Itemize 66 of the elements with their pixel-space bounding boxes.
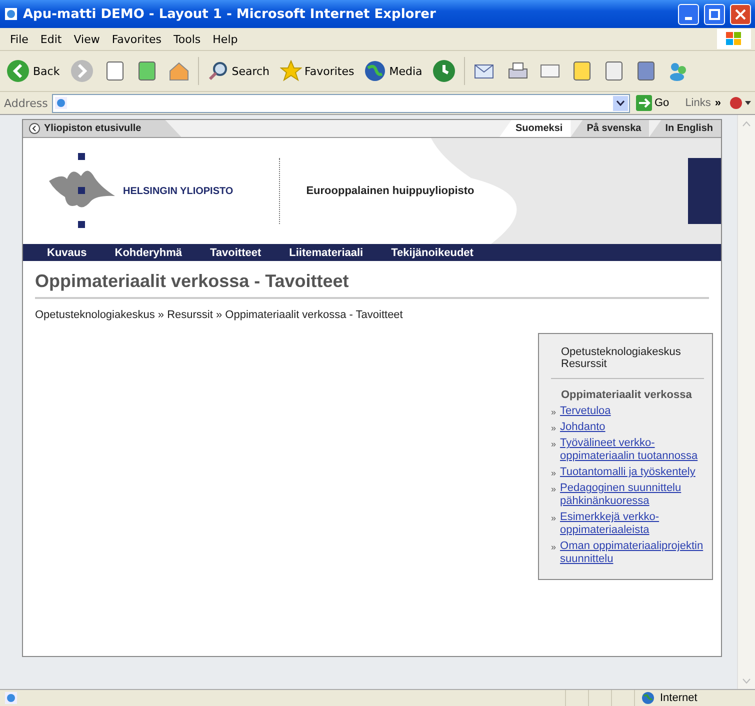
bullet-marker: » [551, 438, 556, 451]
arrow-icon [636, 95, 652, 111]
nav-link[interactable]: Tekijänoikeudet [391, 246, 474, 258]
menu-item[interactable]: Tools [168, 32, 207, 46]
menu-item[interactable]: Favorites [106, 32, 168, 46]
nav-link[interactable]: Kohderyhmä [114, 246, 182, 258]
bullet-marker: » [551, 512, 556, 525]
sidebar-top-link[interactable]: Opetusteknologiakeskus [561, 346, 704, 358]
breadcrumb: Opetusteknologiakeskus » Resurssit » Oppimateriaalit verkossa - Tavoitteet [35, 309, 404, 321]
nav-link[interactable]: Liitemateriaali [289, 246, 364, 258]
menu-item[interactable]: View [68, 32, 106, 46]
sidebar-link[interactable]: Esimerkkejä verkko-oppimateriaaleista [560, 511, 704, 537]
clock-icon [432, 59, 456, 83]
back-button[interactable]: Back [4, 59, 62, 83]
bullet-marker: » [551, 406, 556, 418]
page-icon [4, 7, 18, 21]
close-button[interactable] [730, 4, 751, 24]
bullet-marker: » [551, 541, 556, 554]
page-icon [4, 691, 18, 705]
maximize-icon [709, 8, 720, 20]
sidebar-link[interactable]: Tervetuloa [560, 405, 611, 418]
sidebar-link[interactable]: Työvälineet verkko-oppimateriaalin tuotannossa [560, 437, 704, 463]
language-tab[interactable]: På svenska [570, 120, 650, 137]
media-button[interactable]: Media [362, 60, 424, 82]
globe-icon [364, 60, 386, 82]
menu-item[interactable]: Edit [34, 32, 68, 46]
slogan: Eurooppalainen huippuyliopisto [306, 185, 474, 197]
language-tab[interactable]: Suomeksi [499, 120, 571, 137]
house-icon [168, 60, 190, 82]
zone-label: Internet [660, 692, 698, 704]
bullet-marker: » [551, 467, 556, 479]
address-field[interactable] [52, 94, 630, 112]
maximize-button[interactable] [704, 4, 725, 24]
windows-logo-icon [717, 29, 751, 49]
favorites-button[interactable]: Favorites [278, 60, 356, 82]
nav-link[interactable]: Tavoitteet [210, 246, 262, 258]
bullet-marker: » [551, 422, 556, 434]
page-heading: Oppimateriaalit verkossa - Tavoitteet [35, 271, 709, 299]
logo-text: HELSINGIN YLIOPISTO [123, 186, 234, 196]
links-button[interactable]: Links » [681, 97, 725, 109]
bullet-marker: » [551, 483, 556, 496]
university-logo-icon [47, 151, 117, 231]
address-label: Address [4, 96, 48, 110]
sidebar-link[interactable]: Johdanto [560, 421, 606, 434]
sidebar-section-title: Oppimateriaalit verkossa [561, 389, 693, 401]
window-title: Apu-matti DEMO - Layout 1 - Microsoft Internet Explorer [23, 6, 437, 22]
minimize-button[interactable] [678, 4, 699, 24]
close-icon [735, 8, 746, 20]
sidebar-link[interactable]: Oman oppimateriaaliprojektin suunnittelu [560, 540, 704, 566]
language-tab[interactable]: In English [649, 120, 721, 137]
page-icon [54, 96, 68, 110]
nav-link[interactable]: Kuvaus [47, 246, 87, 258]
search-button[interactable]: Search [204, 60, 272, 82]
sidebar-top-link[interactable]: Resurssit [561, 358, 704, 370]
go-button[interactable]: Go [634, 95, 678, 111]
header-accent-block [688, 158, 721, 224]
menu-item[interactable]: Help [206, 32, 244, 46]
sidebar-link[interactable]: Tuotantomalli ja työskentely [560, 466, 696, 479]
home-link[interactable]: Yliopiston etusivulle [23, 120, 182, 137]
star-icon [280, 60, 302, 82]
menu-item[interactable]: File [4, 32, 34, 46]
note-icon [571, 60, 594, 82]
search-icon [206, 60, 229, 82]
minimize-icon [685, 16, 692, 20]
sidebar-link[interactable]: Pedagoginen suunnittelu pähkinänkuoressa [560, 482, 704, 508]
globe-icon [641, 691, 655, 705]
